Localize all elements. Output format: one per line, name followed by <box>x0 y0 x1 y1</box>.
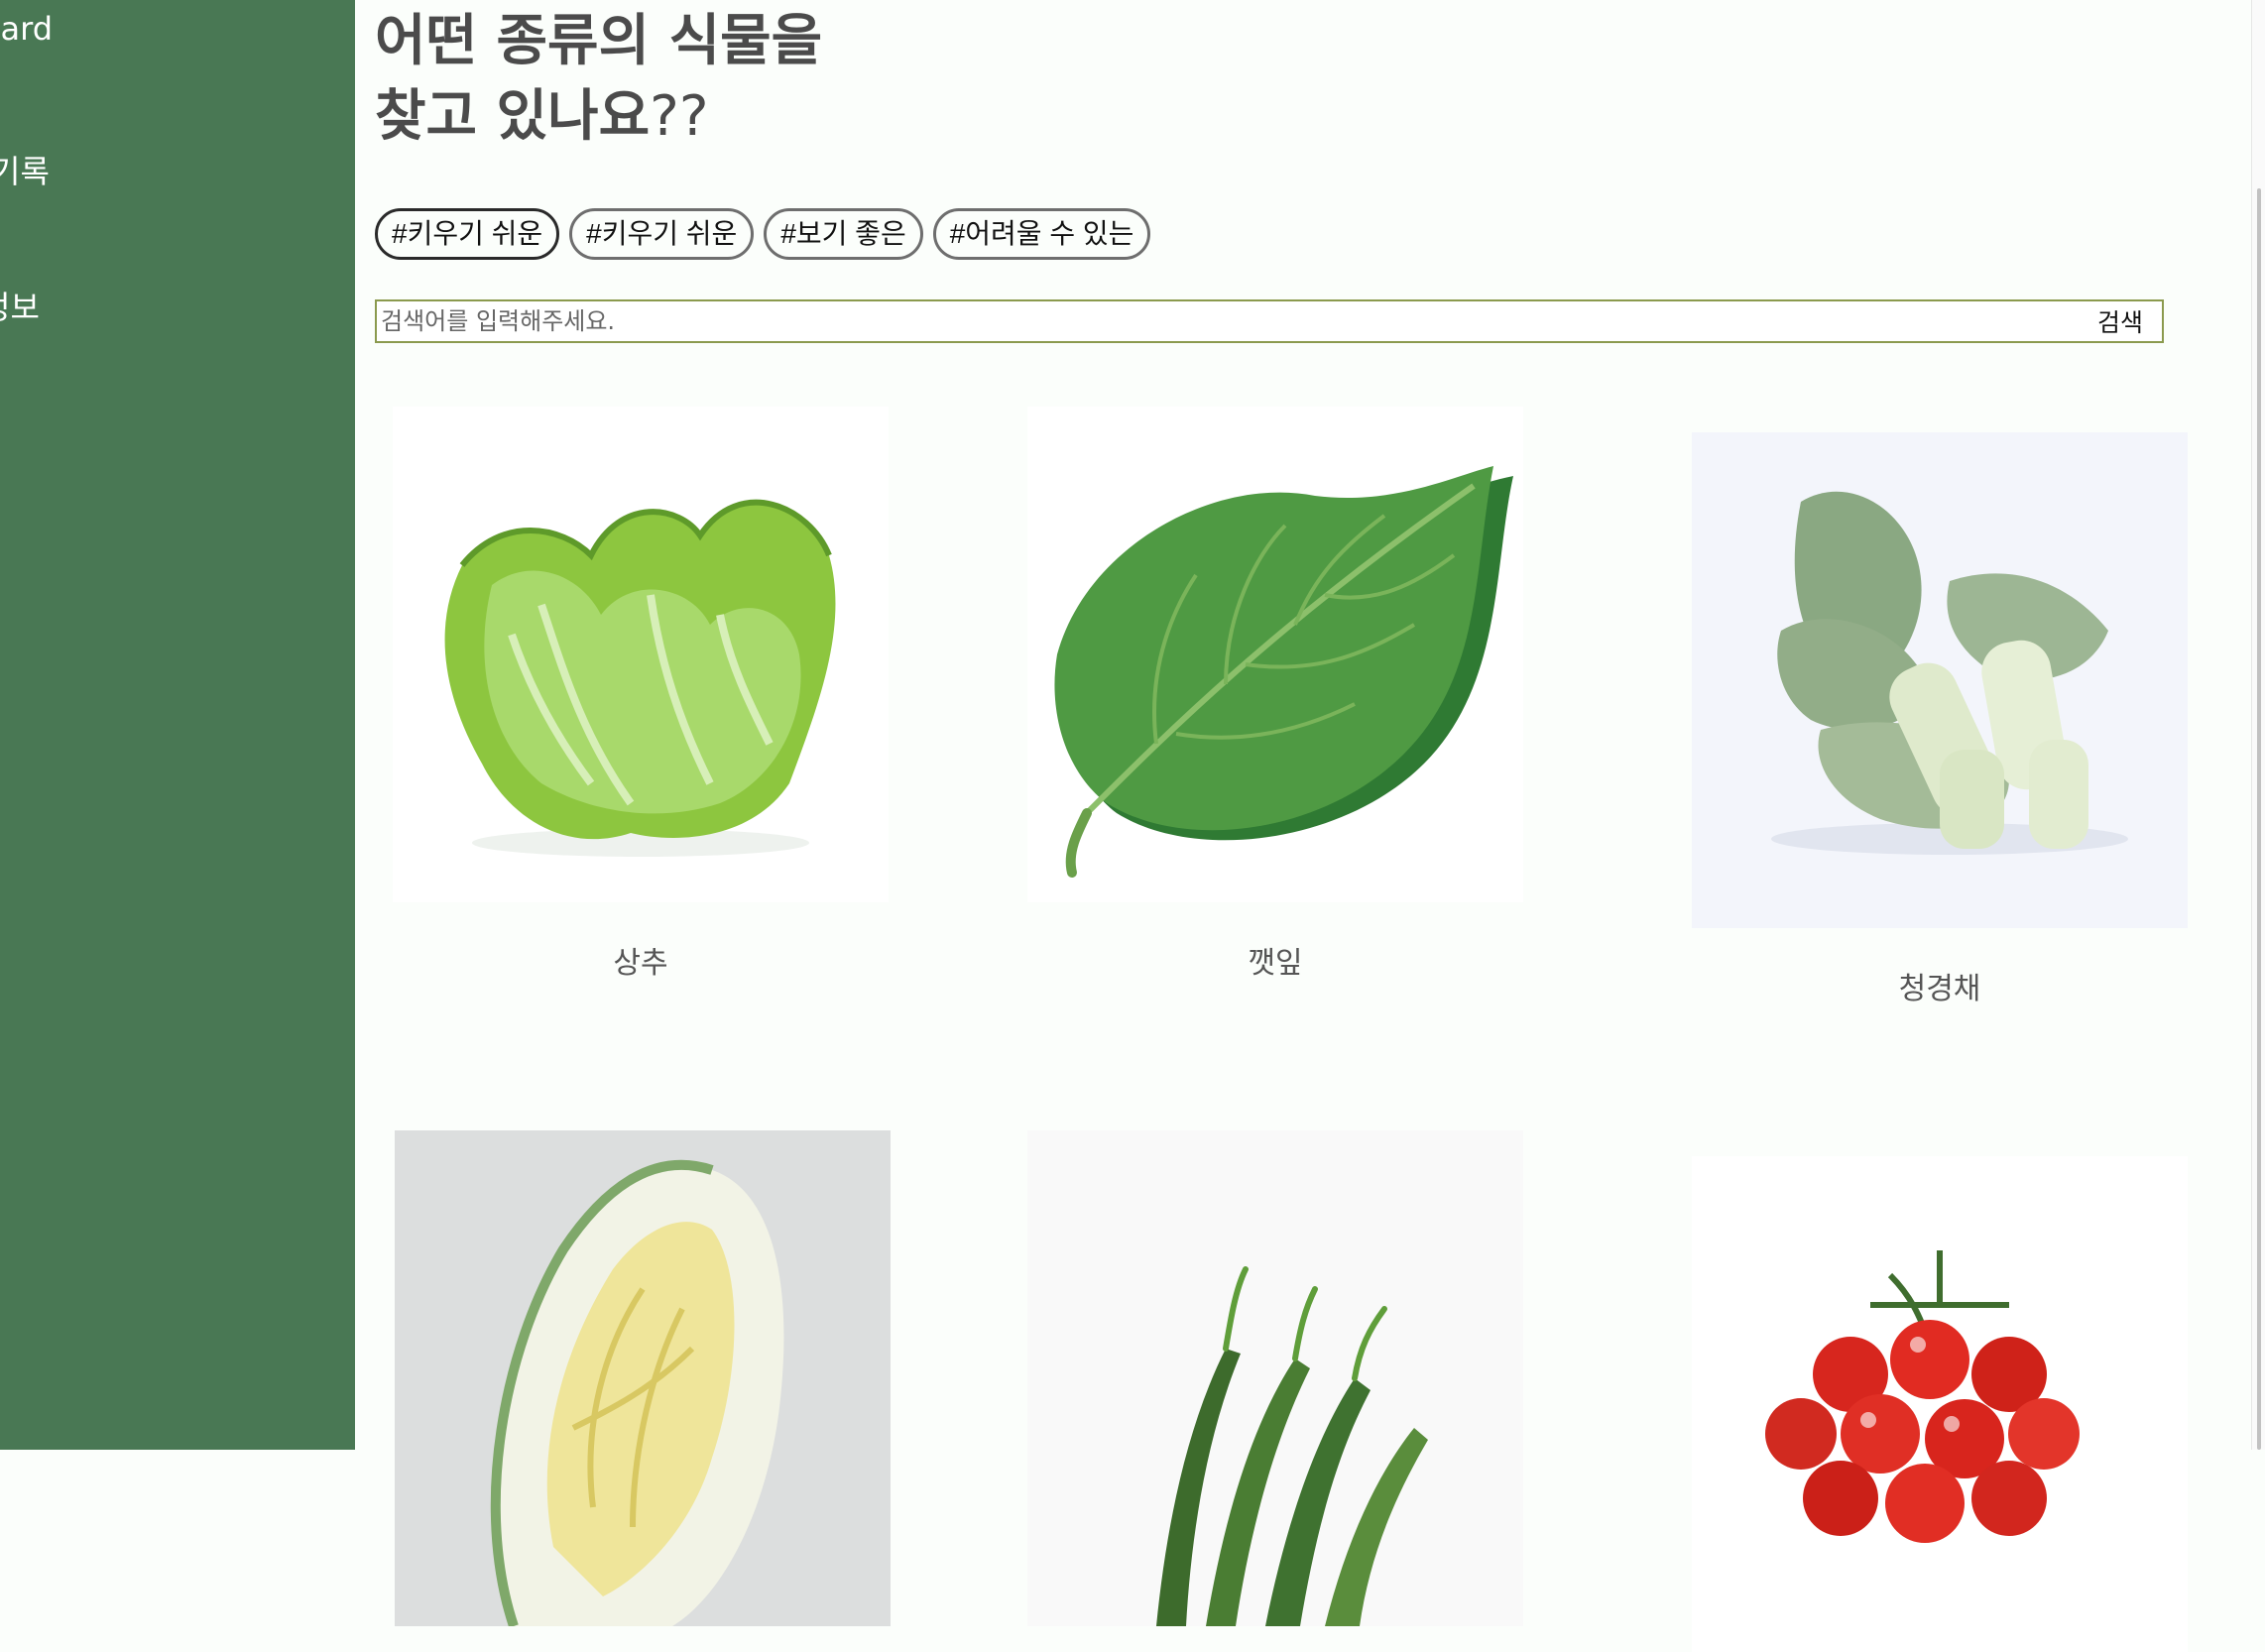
plant-card-lettuce[interactable]: 상추 <box>393 407 889 982</box>
sidebar-item-dashboard[interactable]: Garden Dashboard <box>0 10 261 48</box>
plant-card-napa-cabbage[interactable] <box>395 1130 891 1626</box>
plant-card-cherry-tomato[interactable] <box>1692 1156 2188 1652</box>
green-chili-pepper-image <box>1027 1130 1523 1626</box>
title-suffix: ?? <box>650 84 709 149</box>
plant-name: 상추 <box>613 946 668 981</box>
tag-difficult[interactable]: #어려울 수 있는 <box>932 208 1151 260</box>
title-line-2-text: 찾고 있나요 <box>375 84 651 149</box>
cherry-tomato-image <box>1692 1156 2188 1652</box>
sidebar-item-label: Garden Dashboard <box>0 10 54 48</box>
napa-cabbage-image <box>395 1130 891 1626</box>
plant-card-green-chili[interactable] <box>1027 1130 1523 1626</box>
search-input[interactable] <box>381 303 2067 339</box>
lettuce-image <box>393 407 889 902</box>
perilla-leaf-image <box>1027 407 1523 902</box>
bok-choy-image <box>1692 432 2188 928</box>
tag-easy-to-grow-2[interactable]: #키우기 쉬운 <box>569 208 755 260</box>
plant-card-perilla[interactable]: 깻잎 <box>1027 407 1523 982</box>
main-content: 어떤 종류의 식물을 찾고 있나요?? #키우기 쉬운 #키우기 쉬운 #보기 … <box>355 0 2251 1652</box>
sidebar: Garden Dashboard 재배 기록 식물 정보 <box>0 0 355 1450</box>
scrollbar-thumb[interactable] <box>2257 188 2261 1450</box>
search-button[interactable]: 검색 <box>2088 303 2152 339</box>
tag-list: #키우기 쉬운 #키우기 쉬운 #보기 좋은 #어려울 수 있는 <box>375 208 1151 260</box>
plant-name: 청경채 <box>1898 972 1981 1006</box>
page-title: 어떤 종류의 식물을 찾고 있나요?? <box>375 4 822 155</box>
plant-card-bok-choy[interactable]: 청경채 <box>1692 432 2188 1007</box>
sidebar-item-label: 식물 정보 <box>0 289 40 326</box>
tag-good-looking[interactable]: #보기 좋은 <box>764 208 923 260</box>
plant-name: 깻잎 <box>1248 946 1303 981</box>
title-line-2: 찾고 있나요?? <box>375 79 822 155</box>
sidebar-item-label: 재배 기록 <box>0 153 50 190</box>
sidebar-item-record[interactable]: 재배 기록 <box>0 147 109 192</box>
title-line-1: 어떤 종류의 식물을 <box>375 9 823 73</box>
search-bar: 검색 <box>375 299 2164 343</box>
tag-easy-to-grow[interactable]: #키우기 쉬운 <box>375 208 560 260</box>
sidebar-item-info[interactable]: 식물 정보 <box>0 283 105 328</box>
